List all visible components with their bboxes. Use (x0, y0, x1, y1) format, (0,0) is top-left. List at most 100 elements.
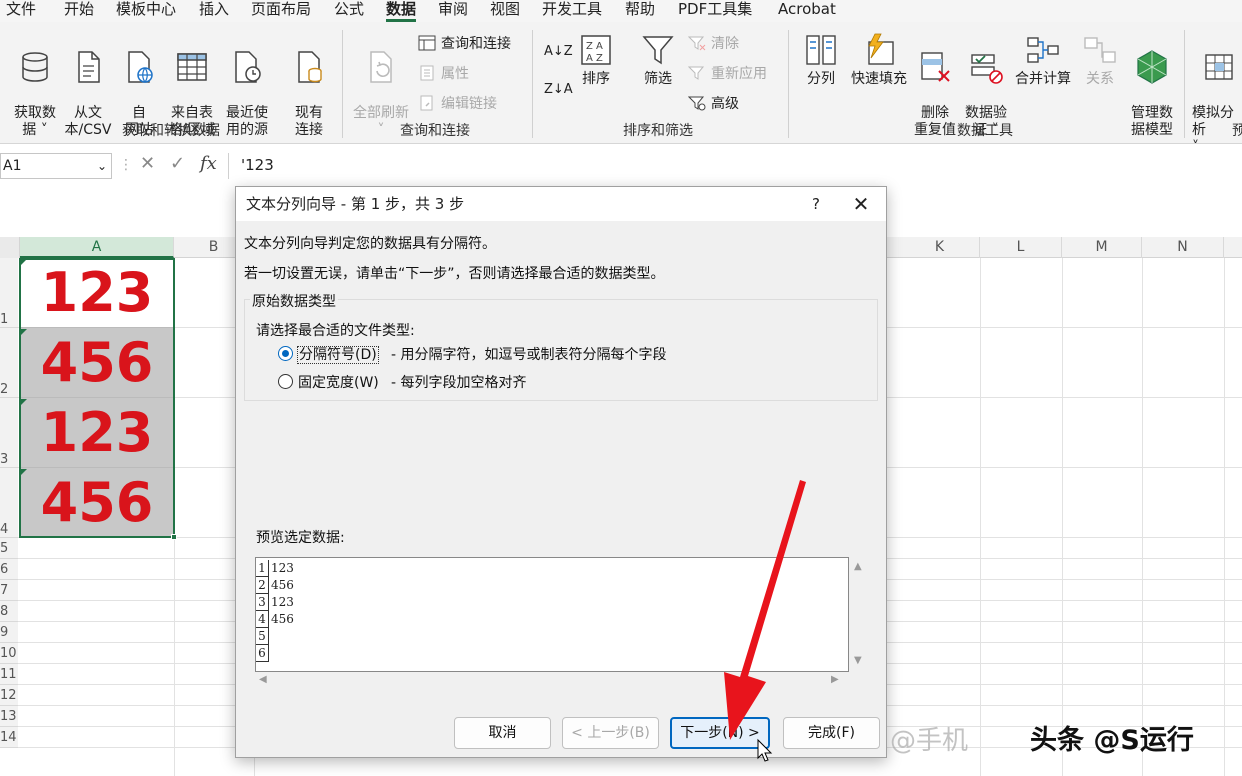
data-preview[interactable]: 1 123 2 456 3 123 4 456 5 6 (255, 557, 849, 672)
watermark: 头条 @S运行 (1030, 725, 1194, 756)
consolidate-icon (1027, 37, 1059, 63)
relationships-button[interactable]: 关系 (1082, 32, 1118, 88)
ribbon-tab-bar: 文件 开始 模板中心 插入 页面布局 公式 数据 审阅 视图 开发工具 帮助 P… (0, 0, 1242, 22)
tab-view[interactable]: 视图 (490, 0, 520, 22)
row-header-1[interactable]: 1 (0, 258, 18, 328)
queries-connections-button[interactable]: 查询和连接 (418, 34, 511, 54)
tab-file[interactable]: 文件 (6, 0, 36, 22)
tab-home[interactable]: 开始 (64, 0, 94, 22)
flash-fill-button[interactable]: 快速填充 (848, 32, 910, 88)
cancel-button[interactable]: 取消 (454, 717, 551, 749)
column-header-n[interactable]: N (1142, 237, 1224, 258)
back-button[interactable]: < 上一步(B) (562, 717, 659, 749)
preview-row-value: 123 (271, 595, 294, 609)
get-data-button[interactable]: 获取数 据 ˅ (6, 32, 64, 139)
tab-help[interactable]: 帮助 (625, 0, 655, 22)
preview-horizontal-scrollbar[interactable]: ◀ ▶ (255, 674, 849, 688)
tab-insert[interactable]: 插入 (199, 0, 229, 22)
chevron-down-icon[interactable]: ⌄ (97, 154, 107, 178)
scroll-right-icon[interactable]: ▶ (831, 674, 839, 685)
row-header-11[interactable]: 11 (0, 664, 18, 685)
text-to-columns-button[interactable]: 分列 (800, 32, 842, 88)
tab-acrobat[interactable]: Acrobat (778, 0, 836, 22)
tab-data[interactable]: 数据 (386, 0, 417, 22)
sort-button[interactable]: Z AA Z 排序 (576, 32, 616, 88)
edit-links-button[interactable]: 编辑链接 (418, 94, 497, 114)
row-header-3[interactable]: 3 (0, 398, 18, 468)
preview-row: 6 (256, 645, 556, 662)
row-header-7[interactable]: 7 (0, 580, 18, 601)
reapply-button[interactable]: 重新应用 (688, 64, 767, 84)
row-header-14[interactable]: 14 (0, 727, 18, 748)
consolidate-button[interactable]: 合并计算 (1014, 32, 1072, 88)
row-header-4[interactable]: 4 (0, 468, 18, 538)
close-icon[interactable]: ✕ (841, 187, 881, 221)
scroll-left-icon[interactable]: ◀ (259, 674, 267, 685)
enter-icon[interactable]: ✓ (170, 153, 185, 174)
preview-row-number: 2 (256, 577, 269, 594)
text-to-columns-wizard-dialog: 文本分列向导 - 第 1 步，共 3 步 ? ✕ 文本分列向导判定您的数据具有分… (235, 186, 887, 758)
sort-ascending-button[interactable]: A↓Z (544, 42, 573, 62)
formula-input[interactable]: '123 (228, 153, 1242, 179)
preview-row-number: 4 (256, 611, 269, 628)
cancel-icon[interactable]: ✕ (140, 153, 155, 174)
from-text-csv-button[interactable]: 从文 本/CSV (60, 32, 116, 139)
filter-funnel-icon (642, 36, 674, 65)
next-button[interactable]: 下一步(N) > (670, 717, 770, 749)
filter-button[interactable]: 筛选 (636, 32, 680, 88)
column-header-k[interactable]: K (900, 237, 980, 258)
name-box[interactable]: A1 ⌄ (0, 153, 112, 179)
tab-formulas[interactable]: 公式 (334, 0, 364, 22)
scroll-down-icon[interactable]: ▼ (854, 655, 862, 666)
row-header-10[interactable]: 10 (0, 643, 18, 664)
help-icon[interactable]: ? (796, 187, 836, 221)
row-header-12[interactable]: 12 (0, 685, 18, 706)
radio-delimited[interactable] (278, 346, 293, 361)
column-header-a[interactable]: A (20, 237, 174, 258)
sort-descending-button[interactable]: Z↓A (544, 80, 573, 100)
select-all-corner[interactable] (0, 237, 20, 258)
manage-data-model-button[interactable]: 管理数 据模型 (1124, 32, 1180, 139)
tab-pdf-tools[interactable]: PDF工具集 (678, 0, 752, 22)
column-header-l[interactable]: L (980, 237, 1062, 258)
existing-connections-button[interactable]: 现有 连接 (284, 32, 334, 139)
fill-handle[interactable] (171, 534, 177, 540)
tab-template-center[interactable]: 模板中心 (116, 0, 176, 22)
queries-icon (418, 35, 436, 51)
group-separator (1184, 30, 1185, 138)
column-header-m[interactable]: M (1062, 237, 1142, 258)
flash-fill-icon (868, 33, 894, 65)
selection-border (19, 258, 175, 538)
remove-duplicates-button[interactable]: 删除 重复值 (912, 32, 958, 139)
database-icon (22, 52, 48, 82)
row-header-9[interactable]: 9 (0, 622, 18, 643)
properties-button[interactable]: 属性 (418, 64, 469, 84)
preview-vertical-scrollbar[interactable]: ▲ ▼ (850, 557, 868, 672)
clear-filter-button[interactable]: 清除 (688, 34, 739, 54)
row-header-13[interactable]: 13 (0, 706, 18, 727)
row-header-2[interactable]: 2 (0, 328, 18, 398)
radio-fixed-width[interactable] (278, 374, 293, 389)
properties-icon (420, 65, 434, 81)
tab-page-layout[interactable]: 页面布局 (251, 0, 311, 22)
row-header-5[interactable]: 5 (0, 538, 18, 559)
insert-function-icon[interactable]: fx (200, 153, 217, 174)
row-header-6[interactable]: 6 (0, 559, 18, 580)
row-header-8[interactable]: 8 (0, 601, 18, 622)
connection-document-icon (298, 51, 322, 83)
dialog-title: 文本分列向导 - 第 1 步，共 3 步 (236, 187, 886, 221)
option-delimited-label[interactable]: 分隔符号(D) (297, 344, 379, 364)
advanced-filter-button[interactable]: 高级 (688, 94, 739, 114)
formula-buttons: ✕ ✓ fx (130, 153, 225, 179)
error-indicator-icon (20, 469, 27, 476)
recent-sources-button[interactable]: 最近使 用的源 (220, 32, 274, 139)
scroll-up-icon[interactable]: ▲ (854, 561, 862, 572)
option-fixed-label[interactable]: 固定宽度(W) (298, 372, 379, 392)
svg-text:A Z: A Z (586, 53, 603, 64)
group-label-data-tools: 数据工具 (957, 123, 1013, 139)
formula-bar: A1 ⌄ ⋮ ✕ ✓ fx '123 (0, 145, 1242, 187)
error-indicator-icon (20, 259, 27, 266)
finish-button[interactable]: 完成(F) (783, 717, 880, 749)
tab-review[interactable]: 审阅 (438, 0, 468, 22)
tab-developer[interactable]: 开发工具 (542, 0, 602, 22)
